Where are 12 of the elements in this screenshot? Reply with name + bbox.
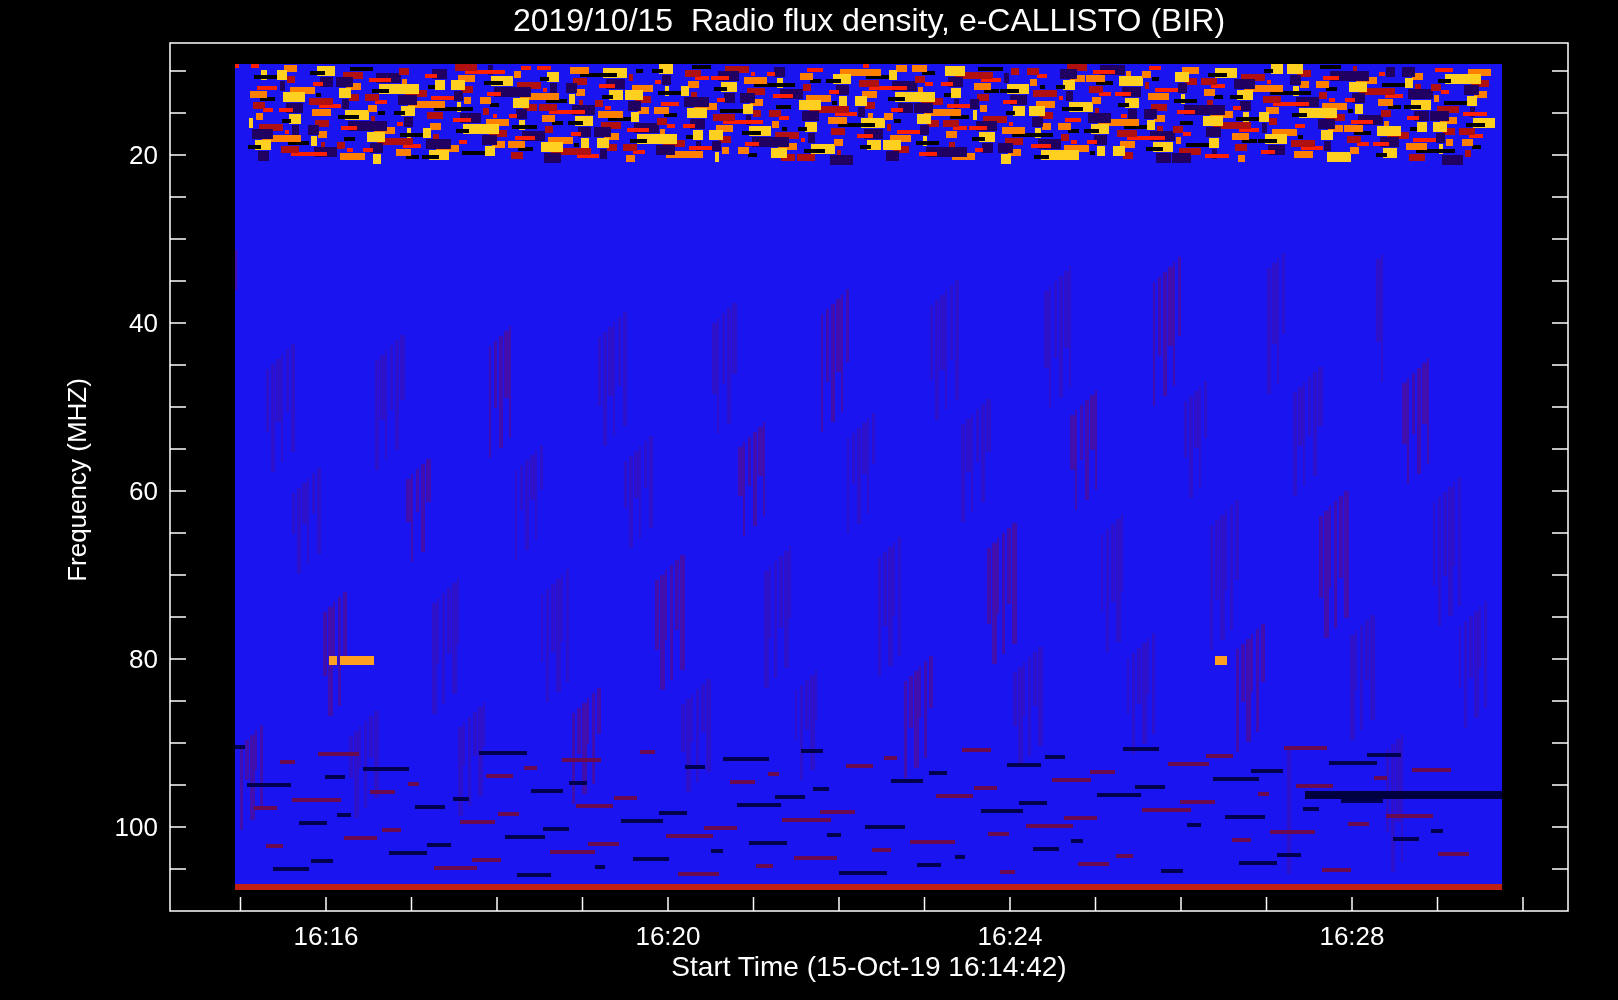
x-axis-title: Start Time (15-Oct-19 16:14:42) — [671, 951, 1067, 982]
x-tick-label: 16:24 — [977, 921, 1043, 951]
y-tick-label: 100 — [114, 812, 158, 842]
x-tick-label: 16:20 — [635, 921, 701, 951]
x-tick-label: 16:28 — [1319, 921, 1385, 951]
y-tick-label: 60 — [129, 476, 158, 506]
x-tick-label: 16:16 — [293, 921, 359, 951]
y-axis-title: Frequency (MHZ) — [62, 378, 92, 582]
y-tick-label: 80 — [129, 644, 158, 674]
y-tick-label: 40 — [129, 308, 158, 338]
y-tick-label: 20 — [129, 140, 158, 170]
chart-title: 2019/10/15 Radio flux density, e-CALLISTO (BIR) — [512, 2, 1226, 38]
